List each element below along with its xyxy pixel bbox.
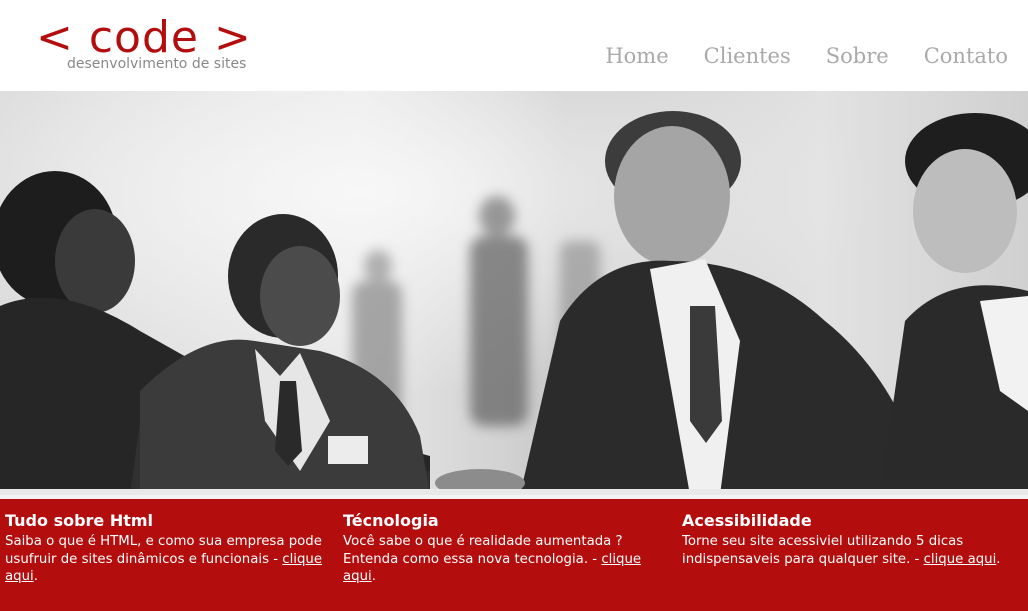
feature-end: . — [996, 551, 1001, 567]
main-nav: Home Clientes Sobre Contato — [605, 44, 1008, 68]
feature-text: Saiba o que é HTML, e como sua empresa p… — [5, 533, 325, 586]
feature-bar: Tudo sobre Html Saiba o que é HTML, e co… — [0, 499, 1028, 611]
feature-html: Tudo sobre Html Saiba o que é HTML, e co… — [5, 511, 325, 586]
hero-banner — [0, 91, 1028, 495]
feature-text: Torne seu site acessiviel utilizando 5 d… — [682, 533, 1002, 568]
feature-text: Você sabe o que é realidade aumentada ? … — [343, 533, 663, 586]
nav-clientes[interactable]: Clientes — [704, 44, 791, 68]
feature-end: . — [33, 569, 38, 584]
logo[interactable]: < code > desenvolvimento de sites — [36, 12, 266, 78]
site-header: < code > desenvolvimento de sites Home C… — [0, 0, 1028, 91]
hero-photo — [0, 91, 1028, 495]
feature-title: Acessibilidade — [682, 511, 812, 530]
nav-contato[interactable]: Contato — [924, 44, 1008, 68]
nav-sobre[interactable]: Sobre — [826, 44, 889, 68]
feature-acessibilidade: Acessibilidade Torne seu site acessiviel… — [682, 511, 1002, 568]
feature-tecnologia: Técnologia Você sabe o que é realidade a… — [343, 511, 663, 586]
feature-title: Tudo sobre Html — [5, 511, 154, 530]
feature-end: . — [371, 569, 376, 584]
feature-description: Torne seu site acessiviel utilizando 5 d… — [682, 534, 964, 567]
feature-title: Técnologia — [343, 511, 439, 530]
feature-description: Saiba o que é HTML, e como sua empresa p… — [5, 534, 322, 567]
nav-home[interactable]: Home — [605, 44, 668, 68]
logo-tagline: desenvolvimento de sites — [67, 56, 247, 72]
feature-description: Você sabe o que é realidade aumentada ? … — [343, 534, 623, 567]
feature-link[interactable]: clique aqui — [924, 552, 997, 567]
